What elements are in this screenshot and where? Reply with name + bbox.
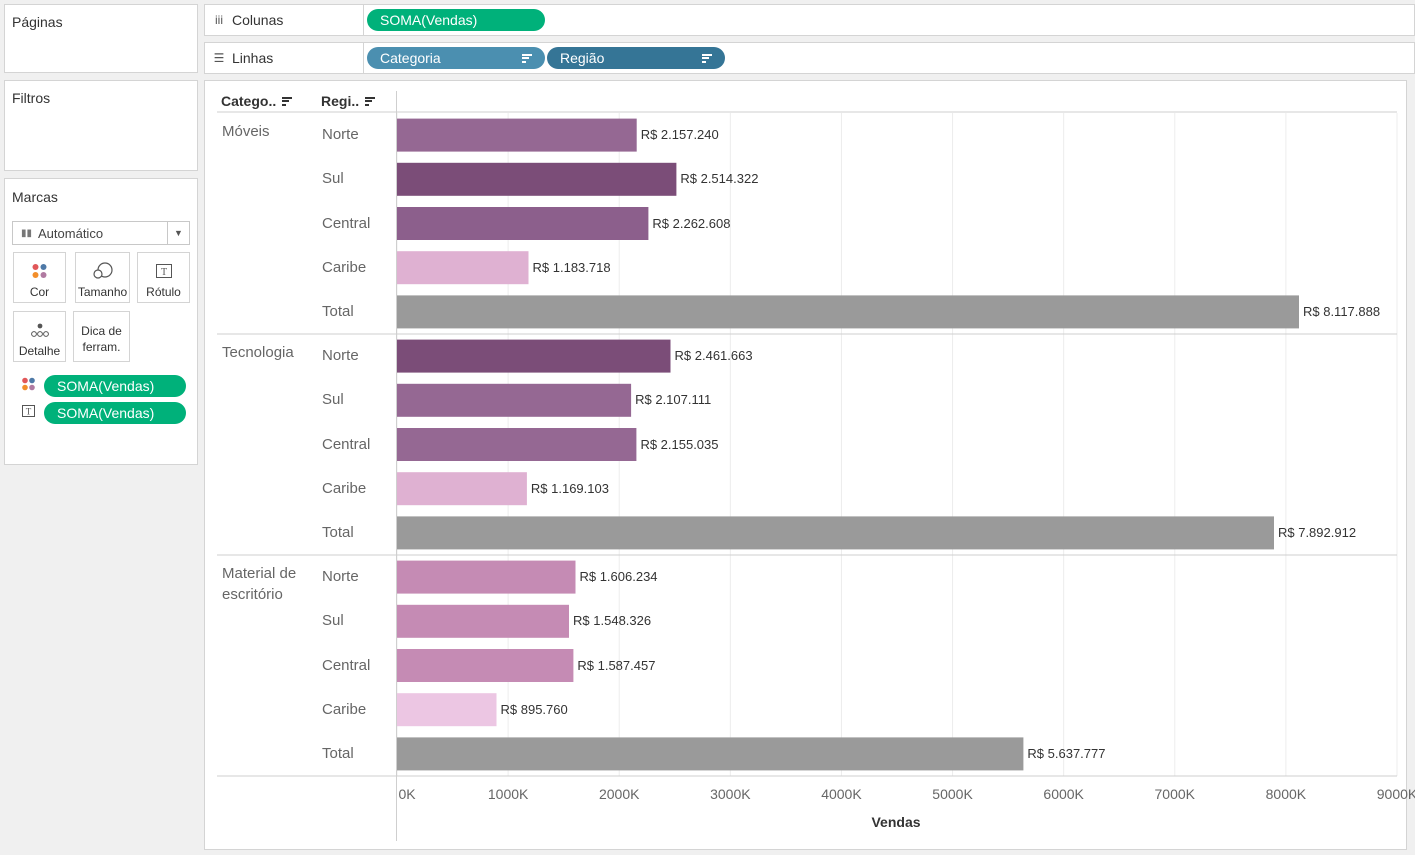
x-tick-label: 4000K: [821, 786, 862, 802]
svg-text:T: T: [26, 406, 32, 416]
color-dots-icon: [21, 377, 37, 396]
bar-value-label: R$ 2.155.035: [640, 436, 719, 452]
mark-type-value: Automático: [38, 225, 104, 241]
region-label[interactable]: Sul: [322, 170, 344, 187]
bar-value-label: R$ 8.117.888: [1302, 303, 1381, 319]
region-label[interactable]: Total: [322, 524, 354, 541]
bar-value-label: R$ 7.892.912: [1277, 524, 1357, 540]
mark-field-label[interactable]: T SOMA(Vendas): [21, 402, 186, 424]
mark-field-pill-color[interactable]: SOMA(Vendas): [44, 375, 186, 397]
shelf-divider: [363, 5, 364, 35]
marks-card: Marcas ▮▮ Automático ▼ Cor Tamanho T Rót…: [4, 178, 198, 465]
bar-value-label: R$ 1.183.718: [532, 259, 611, 275]
region-label[interactable]: Caribe: [322, 259, 366, 276]
rows-shelf[interactable]: ☰ Linhas Categoria Região: [204, 42, 1415, 74]
svg-text:T: T: [160, 267, 166, 278]
bar-value-label: R$ 1.548.326: [573, 613, 652, 629]
bar-value-label: R$ 5.637.777: [1027, 745, 1106, 761]
label-button-label: Rótulo: [146, 285, 181, 299]
x-tick-label: 6000K: [1043, 786, 1084, 802]
detail-dots-icon: [14, 321, 65, 339]
text-label-icon: T: [138, 262, 189, 280]
filters-title: Filtros: [12, 90, 51, 106]
category-label-line: Material de: [222, 565, 297, 582]
filters-card[interactable]: Filtros: [4, 80, 198, 171]
bar-value-label: R$ 1.587.457: [577, 657, 656, 673]
region-label[interactable]: Central: [322, 436, 370, 453]
pages-card[interactable]: Páginas: [4, 4, 198, 73]
text-label-icon: T: [21, 404, 37, 423]
bar-value-label: R$ 2.514.322: [680, 171, 759, 187]
bar-chart-icon: ▮▮: [21, 227, 33, 239]
region-label[interactable]: Caribe: [322, 701, 366, 718]
tooltip-button-label-1: Dica de: [81, 324, 122, 338]
x-tick-label: 1000K: [487, 786, 529, 802]
color-button[interactable]: Cor: [13, 252, 66, 303]
mark-type-dropdown[interactable]: ▮▮ Automático ▼: [12, 221, 190, 245]
region-label[interactable]: Norte: [322, 568, 359, 585]
label-button[interactable]: T Rótulo: [137, 252, 190, 303]
bar-value-label: R$ 1.606.234: [579, 569, 658, 585]
marks-title: Marcas: [12, 189, 58, 205]
x-tick-label: 9000K: [1376, 786, 1415, 802]
x-tick-label: 2000K: [598, 786, 640, 802]
category-label[interactable]: Material de escritório: [222, 563, 296, 605]
detail-button[interactable]: Detalhe: [13, 311, 66, 362]
mark-field-pill-label[interactable]: SOMA(Vendas): [44, 402, 186, 424]
rows-pill-region-label: Região: [560, 50, 605, 66]
chart-view: Catego.. Regi.. Móveis Norte R$ 2.157.240 S…: [204, 80, 1415, 851]
region-label[interactable]: Sul: [322, 391, 344, 408]
x-tick-label: 3000K: [710, 786, 751, 802]
chevron-down-icon[interactable]: ▼: [167, 222, 189, 244]
sort-icon[interactable]: [522, 53, 532, 63]
region-label[interactable]: Total: [322, 745, 354, 762]
columns-label: Colunas: [232, 12, 284, 28]
bar-value-label: R$ 1.169.103: [530, 480, 609, 496]
size-button-label: Tamanho: [77, 285, 128, 299]
detail-button-label: Detalhe: [18, 344, 61, 358]
category-label[interactable]: Tecnologia: [222, 342, 294, 363]
x-tick-label: 5000K: [932, 786, 973, 802]
chart-labels: Móveis Norte R$ 2.157.240 Sul R$ 2.514.322 Ce…: [205, 81, 1415, 851]
region-label[interactable]: Norte: [322, 126, 359, 143]
columns-pill-sales[interactable]: SOMA(Vendas): [367, 9, 545, 31]
bar-value-label: R$ 2.461.663: [674, 348, 753, 364]
color-dots-icon: [14, 262, 65, 280]
rows-pill-category[interactable]: Categoria: [367, 47, 545, 69]
region-label[interactable]: Norte: [322, 347, 359, 364]
x-axis-title[interactable]: Vendas: [871, 814, 920, 830]
size-circles-icon: [76, 262, 129, 280]
region-label[interactable]: Caribe: [322, 480, 366, 497]
x-tick-label: 8000K: [1265, 786, 1307, 802]
rows-pill-category-label: Categoria: [380, 50, 441, 66]
bar-value-label: R$ 2.107.111: [635, 392, 712, 408]
region-label[interactable]: Central: [322, 657, 370, 674]
shelf-divider: [363, 43, 364, 73]
rows-icon: ☰: [213, 51, 225, 65]
tooltip-button-label-2: ferram.: [82, 340, 121, 354]
rows-label: Linhas: [232, 50, 274, 66]
size-button[interactable]: Tamanho: [75, 252, 130, 303]
pages-title: Páginas: [12, 14, 63, 30]
sort-icon[interactable]: [702, 53, 712, 63]
mark-field-color[interactable]: SOMA(Vendas): [21, 375, 186, 397]
region-label[interactable]: Central: [322, 215, 370, 232]
columns-shelf[interactable]: iii Colunas SOMA(Vendas): [204, 4, 1415, 36]
region-label[interactable]: Sul: [322, 612, 344, 629]
bar-value-label: R$ 2.262.608: [652, 215, 731, 231]
x-tick-label: 7000K: [1154, 786, 1196, 802]
bar-value-label: R$ 2.157.240: [640, 127, 719, 143]
x-tick-label: 0K: [398, 786, 416, 802]
rows-pill-region[interactable]: Região: [547, 47, 725, 69]
category-label[interactable]: Móveis: [222, 121, 270, 142]
category-label-line: escritório: [222, 586, 283, 603]
region-label[interactable]: Total: [322, 303, 354, 320]
color-button-label: Cor: [29, 285, 50, 299]
columns-icon: iii: [215, 13, 223, 27]
bar-value-label: R$ 895.760: [500, 701, 568, 717]
tooltip-button[interactable]: Dica de ferram.: [73, 311, 130, 362]
